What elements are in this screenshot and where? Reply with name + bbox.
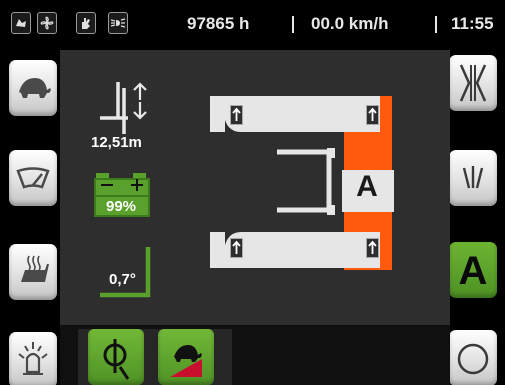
left-button-column (0, 50, 60, 385)
status-bar: 97865 h 00.0 km/h 11:55 (0, 0, 505, 50)
bottom-bar (60, 325, 450, 385)
side-shift-label: A (356, 170, 378, 203)
fork-right-up-arrow-lower (366, 238, 379, 258)
wiper-icon (16, 167, 50, 189)
turtle-slope-button[interactable] (158, 329, 214, 385)
fan-speed-icon (11, 12, 31, 34)
beacon-icon (18, 342, 48, 375)
lights-icon (108, 12, 128, 34)
operating-hours: 97865 h (187, 14, 250, 33)
circle-icon (457, 343, 489, 375)
fan-icon (37, 12, 57, 34)
fork-left-up-arrow-lower (230, 238, 243, 258)
right-button-column: A (445, 50, 505, 385)
wiper-button[interactable] (9, 150, 57, 206)
wiper-interval-icon (462, 166, 484, 189)
circle-button[interactable] (449, 330, 497, 385)
fork-right-up-arrow (366, 105, 379, 125)
warning-beacon-button[interactable] (9, 332, 57, 385)
fork-positioner-button[interactable] (88, 329, 144, 385)
battery-percent: 99% (106, 198, 137, 215)
seat-heater-icon (21, 255, 49, 282)
wiper-interval-button[interactable] (449, 150, 497, 206)
turtle-icon (19, 78, 51, 98)
lift-height-icon (100, 82, 147, 134)
speed-readout: 00.0 km/h (311, 14, 389, 33)
turtle-speed-button[interactable] (9, 60, 57, 116)
fork-spread-icon (459, 64, 487, 102)
auto-mode-label: A (458, 249, 488, 293)
auto-mode-button[interactable]: A (449, 242, 497, 298)
fork-positioner-icon (103, 339, 130, 380)
separator (292, 16, 294, 33)
battery-body: 99% (94, 178, 150, 217)
tilt-angle-value: 0,7° (109, 271, 136, 288)
fork-spread-button[interactable] (449, 55, 497, 111)
lift-height-value: 12,51m (91, 134, 142, 151)
fork-left-up-arrow (230, 105, 243, 125)
main-display: 12,51m 99% 0,7° A (60, 50, 450, 325)
clock: 11:55 (451, 14, 494, 33)
seat-heater-button[interactable] (9, 244, 57, 300)
hand-icon (76, 12, 96, 34)
turtle-slope-icon (170, 345, 202, 377)
separator (435, 16, 437, 33)
battery-gauge: 99% (94, 173, 150, 217)
